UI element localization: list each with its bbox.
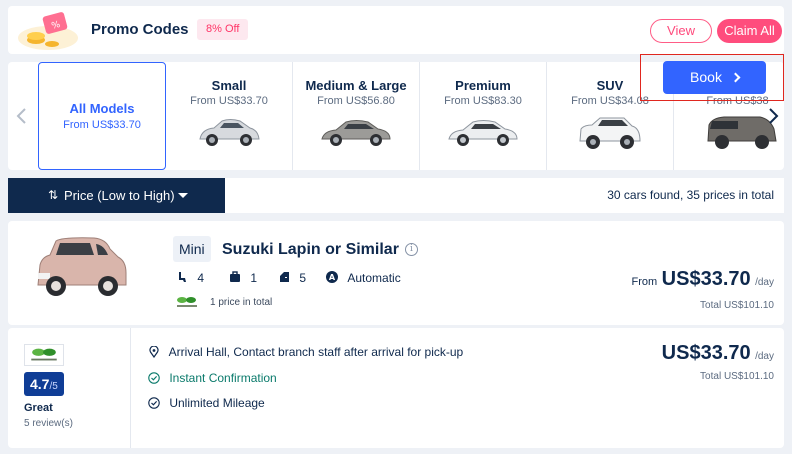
book-button[interactable]: Book (663, 61, 766, 94)
door-icon (280, 272, 289, 282)
bags-spec: 1 (229, 271, 257, 285)
pickup-location: Arrival Hall, Contact branch staff after… (148, 345, 463, 359)
review-count[interactable]: 5 review(s) (24, 418, 73, 429)
from-price: US$33.70 (661, 268, 751, 290)
model-tab-all[interactable]: All Models From US$33.70 (38, 62, 166, 170)
rating-score: 4.7 (30, 376, 50, 392)
price-count: 1 price in total (210, 297, 273, 308)
location-pin-icon (149, 346, 159, 358)
rental-offer: 4.7/5 Great 5 review(s) Arrival Hall, Co… (8, 328, 784, 448)
model-price: From US$33.70 (63, 119, 141, 131)
transmission-label: Automatic (347, 271, 401, 285)
check-circle-icon (148, 372, 160, 384)
doors-count: 5 (299, 271, 307, 285)
small-car-image (199, 119, 260, 146)
promo-coins-icon: % (18, 12, 78, 50)
model-price: From US$33.70 (190, 95, 268, 107)
doors-spec: 5 (278, 271, 306, 285)
sort-bar: ⇅ Price (Low to High) 30 cars found, 35 … (8, 178, 784, 213)
rating-badge: 4.7/5 (24, 372, 64, 396)
model-tab-medium-large[interactable]: Medium & Large From US$56.80 (293, 62, 420, 170)
chevron-right-icon (730, 72, 741, 83)
total-price: Total US$101.10 (700, 300, 774, 311)
from-label: From (631, 276, 658, 288)
model-price: From US$56.80 (317, 95, 395, 107)
model-tab-small[interactable]: Small From US$33.70 (166, 62, 293, 170)
bags-count: 1 (250, 271, 258, 285)
promo-title: Promo Codes (91, 21, 189, 38)
medium-car-image (321, 120, 391, 146)
car-name: Suzuki Lapin or Similar (222, 241, 399, 258)
unlimited-mileage-text: Unlimited Mileage (169, 396, 265, 410)
rating-word: Great (24, 402, 53, 414)
pickup-location-text: Arrival Hall, Contact branch staff after… (168, 345, 464, 359)
premium-car-image (448, 120, 518, 146)
rating-max: /5 (49, 381, 58, 392)
sort-label: Price (Low to High) (64, 188, 175, 203)
seats-spec: 4 (176, 271, 204, 285)
car-class-tag: Mini (173, 236, 211, 262)
seats-count: 4 (197, 271, 205, 285)
seat-icon (179, 272, 186, 282)
sort-icon: ⇅ (48, 188, 59, 202)
from-price-block: From US$33.70 /day (632, 268, 774, 291)
model-tab-premium[interactable]: Premium From US$83.30 (420, 62, 547, 170)
claim-all-button[interactable]: Claim All (717, 19, 782, 43)
car-image (37, 237, 127, 296)
suv-car-image (579, 117, 641, 149)
suitcase-icon (230, 271, 240, 282)
supplier-logo-icon (177, 297, 197, 307)
promo-discount-badge: 8% Off (197, 19, 249, 40)
instant-confirmation-text: Instant Confirmation (169, 371, 277, 385)
vendor-logo (24, 344, 64, 366)
offer-total-price: Total US$101.10 (700, 371, 774, 382)
caret-down-icon (178, 193, 188, 198)
chevron-right-icon[interactable] (765, 106, 781, 126)
offer-price: US$33.70 (661, 342, 751, 364)
view-promo-button[interactable]: View (650, 19, 712, 43)
model-name: Medium & Large (305, 78, 407, 93)
instant-confirmation: Instant Confirmation (148, 371, 277, 385)
model-name: Small (211, 78, 247, 93)
per-day-label: /day (755, 277, 774, 288)
car-card[interactable]: Mini Suzuki Lapin or Similar i 4 1 5 A A… (8, 221, 784, 325)
model-name: Premium (455, 78, 511, 93)
chevron-left-icon[interactable] (14, 106, 30, 126)
svg-text:A: A (329, 273, 336, 282)
results-count: 30 cars found, 35 prices in total (607, 188, 774, 202)
check-circle-icon (148, 397, 160, 409)
sort-dropdown[interactable]: ⇅ Price (Low to High) (8, 178, 225, 213)
vendor-panel: 4.7/5 Great 5 review(s) (8, 328, 131, 448)
unlimited-mileage: Unlimited Mileage (148, 396, 265, 410)
promo-bar: % Promo Codes 8% Off View Claim All (8, 6, 784, 54)
offer-price-block: US$33.70 /day (662, 342, 774, 365)
model-name: All Models (69, 101, 135, 116)
info-icon[interactable]: i (405, 243, 418, 256)
per-day-label: /day (755, 351, 774, 362)
automatic-transmission-icon: A (326, 271, 338, 283)
book-label: Book (690, 69, 722, 85)
transmission-spec: A Automatic (326, 271, 401, 285)
model-price: From US$83.30 (444, 95, 522, 107)
